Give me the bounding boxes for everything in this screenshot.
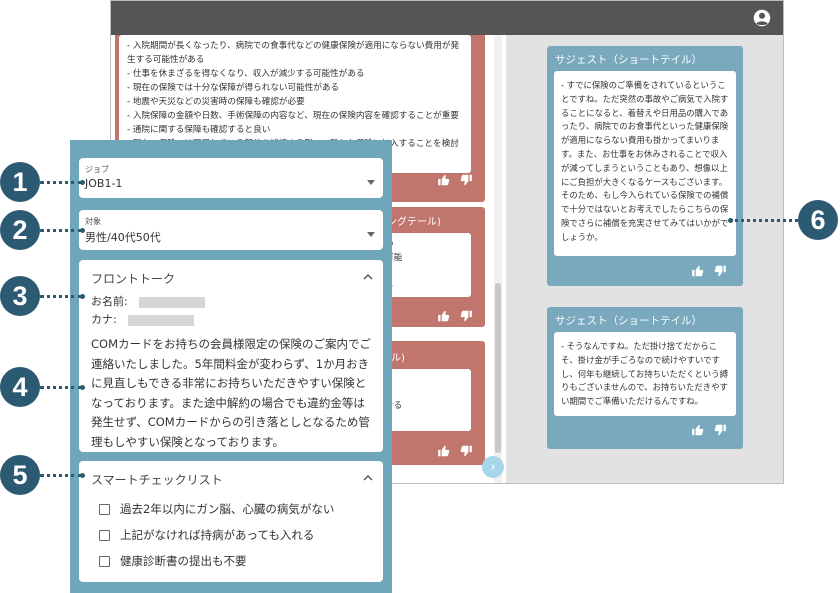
name-redacted	[139, 296, 206, 308]
suggest-card-title: サジェスト（ショートテイル）	[555, 315, 702, 327]
text-line: - 地震や天災などの災害時の保障も確認が必要	[127, 97, 305, 107]
suggest-card: サジェスト（ショートテイル） - そうなんですね。ただ掛け捨てだからこそ、掛け金…	[547, 307, 743, 449]
callout-badge-6: 6	[798, 200, 838, 240]
text-line: - 現在の保険では十分な保障が得られない可能性がある	[127, 83, 340, 93]
thumbs-up-icon[interactable]	[437, 173, 451, 187]
caret-down-icon	[367, 180, 375, 185]
job-select-value: JOB1-1	[85, 177, 123, 190]
checklist-item-label: 健康診断書の提出も不要	[120, 554, 247, 568]
callout-badge-4: 4	[0, 367, 40, 407]
app-header	[111, 1, 783, 35]
thumbs-up-icon[interactable]	[437, 309, 451, 323]
kana-field: カナ:	[91, 311, 195, 327]
callout-leader-end	[80, 473, 85, 478]
text-line: - 通院に関する保障も確認すると良い	[127, 125, 271, 135]
callout-leader-end	[728, 218, 733, 223]
callout-leader-end	[80, 228, 85, 233]
suggest-card-text: - そうなんですね。ただ掛け捨てだからこそ、掛け金が手ごろなので続けやすいですし…	[554, 332, 736, 416]
job-select-label: ジョブ	[85, 165, 109, 174]
feedback-buttons	[437, 173, 473, 187]
callout-leader-end	[80, 385, 85, 390]
callout-leader	[730, 219, 798, 222]
checklist-item-label: 過去2年以内にガン脳、心臓の病気がない	[120, 502, 335, 516]
text-line: 生する可能性がある	[127, 55, 205, 65]
checkbox[interactable]	[99, 529, 110, 541]
front-talk-text: COMカードをお持ちの会員様限定の保険のご案内でご連絡いたしました。5年間料金が…	[91, 337, 372, 449]
chevron-right-icon: ›	[490, 459, 496, 475]
callout-leader	[40, 386, 82, 389]
callout-badge-5: 5	[0, 455, 40, 495]
target-select-value: 男性/40代50代	[85, 231, 161, 244]
target-select-label: 対象	[85, 217, 101, 226]
text-line: - 入院保障の金額や日数、手術保障の内容など、現在の保険内容を確認することが重要	[127, 111, 459, 121]
callout-badge-3: 3	[0, 276, 40, 316]
checkbox[interactable]	[99, 503, 110, 515]
callout-badge-1: 1	[0, 162, 40, 202]
checklist-item[interactable]: 過去2年以内にガン脳、心臓の病気がない	[99, 501, 334, 517]
thumbs-down-icon[interactable]	[713, 264, 727, 278]
name-label: お名前:	[91, 295, 128, 308]
scrollbar-thumb[interactable]	[495, 283, 501, 453]
checklist-item-label: 上記がなければ持病があっても入れる	[120, 528, 315, 542]
thumbs-down-icon[interactable]	[459, 309, 473, 323]
thumbs-down-icon[interactable]	[459, 173, 473, 187]
kana-label: カナ:	[91, 313, 117, 326]
job-select[interactable]: ジョブ JOB1-1	[79, 158, 383, 198]
checklist-item[interactable]: 上記がなければ持病があっても入れる	[99, 527, 314, 543]
text-line: - 入院期間が長くなったり、病院での食事代などの健康保険が適用にならない費用が発	[127, 41, 460, 51]
front-talk-header: フロントトーク	[91, 272, 176, 286]
callout-leader	[40, 229, 82, 232]
response-card-title: ル)	[391, 353, 405, 364]
checklist-item[interactable]: 健康診断書の提出も不要	[99, 553, 247, 569]
thumbs-up-icon[interactable]	[691, 264, 705, 278]
text-line: - 仕事を休まざるを得なくなり、収入が減少する可能性がある	[127, 69, 365, 79]
smart-checklist-card: スマートチェックリスト 過去2年以内にガン脳、心臓の病気がない 上記がなければ持…	[79, 461, 383, 582]
thumbs-up-icon[interactable]	[691, 423, 705, 437]
callout-badge-2: 2	[0, 210, 40, 250]
callout-leader-end	[80, 180, 85, 185]
front-talk-card: フロントトーク お名前: カナ: COMカードをお持ちの会員様限定の保険のご案内…	[79, 260, 383, 452]
checklist-header: スマートチェックリスト	[91, 473, 223, 487]
name-field: お名前:	[91, 293, 206, 309]
callout-leader	[40, 474, 82, 477]
thumbs-up-icon[interactable]	[437, 444, 451, 458]
account-circle-icon[interactable]	[753, 9, 771, 27]
feedback-buttons	[437, 444, 473, 458]
feedback-buttons	[437, 309, 473, 323]
thumbs-down-icon[interactable]	[459, 444, 473, 458]
feedback-buttons	[691, 264, 727, 278]
target-select[interactable]: 対象 男性/40代50代	[79, 210, 383, 250]
chevron-up-icon[interactable]	[363, 473, 373, 483]
feedback-buttons	[691, 423, 727, 437]
callout-leader	[40, 295, 82, 298]
thumbs-down-icon[interactable]	[713, 423, 727, 437]
suggest-card: サジェスト（ショートテイル） - すでに保険のご準備をされているということですね…	[547, 46, 743, 286]
chevron-up-icon[interactable]	[363, 272, 373, 282]
callout-leader	[40, 181, 82, 184]
kana-redacted	[128, 314, 195, 326]
callout-leader-end	[80, 294, 85, 299]
scrollbar[interactable]	[494, 35, 502, 483]
script-panel: ジョブ JOB1-1 対象 男性/40代50代 フロントトーク お名前: カナ:…	[70, 140, 392, 593]
suggest-card-text: - すでに保険のご準備をされているということですね。ただ突然の事故やご病気で入院…	[554, 71, 736, 256]
expand-panel-button[interactable]: ›	[482, 456, 504, 478]
caret-down-icon	[367, 232, 375, 237]
suggest-card-title: サジェスト（ショートテイル）	[555, 54, 702, 66]
checkbox[interactable]	[99, 555, 110, 567]
